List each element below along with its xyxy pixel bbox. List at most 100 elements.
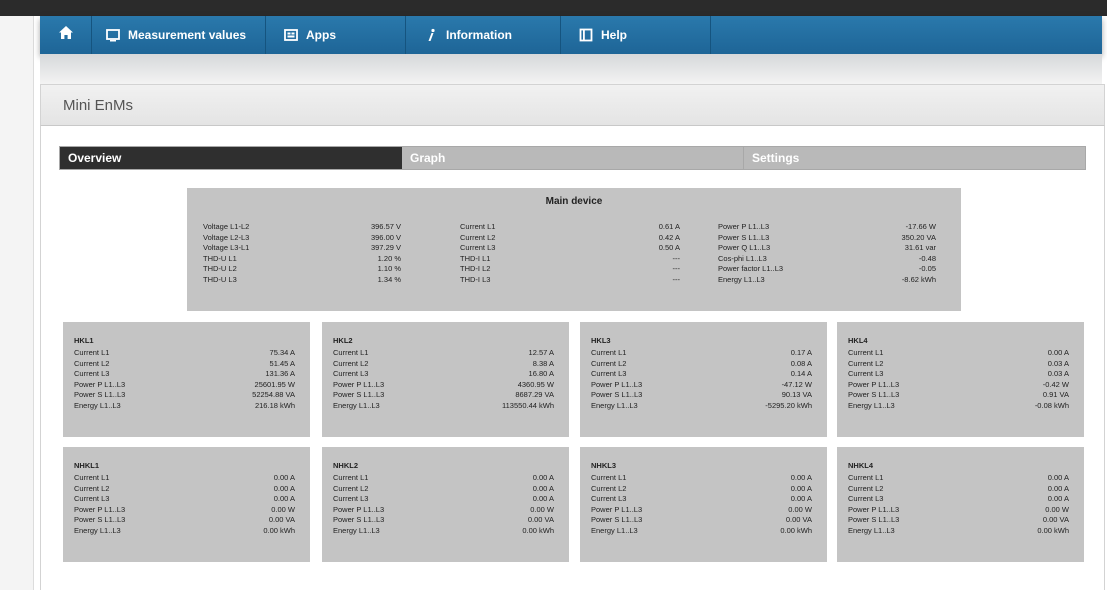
measurement-row: Current L1 12.57 A	[333, 348, 554, 359]
window-top-edge	[0, 0, 1107, 16]
tab-label: Overview	[68, 151, 122, 165]
measurement-value: 1.20 %	[377, 253, 401, 263]
measurement-label: Current L2	[74, 358, 110, 368]
nav-label: Information	[446, 28, 512, 42]
measurement-label: Current L2	[333, 483, 369, 493]
measurement-row: Power S L1..L3 0.91 VA	[848, 390, 1069, 401]
measurement-label: Power P L1..L3	[848, 504, 900, 514]
measurement-value: 0.00 A	[532, 494, 554, 503]
measurement-value: 31.61 var	[904, 243, 936, 252]
measurement-value: ---	[672, 264, 681, 273]
page-title: Mini EnMs	[63, 97, 134, 114]
card-rows: Current L1 0.00 A Current L2 0.00 A Curren…	[333, 473, 554, 536]
measurement-label: Power P L1..L3	[333, 504, 385, 514]
measurement-value: 0.14 A	[790, 369, 812, 378]
measurement-value: -0.48	[918, 253, 936, 263]
measurement-label: Current L3	[460, 243, 496, 252]
measurement-label: Power S L1..L3	[848, 515, 900, 524]
measurement-label: Power P L1..L3	[591, 504, 643, 514]
measurement-row: Current L2 51.45 A	[74, 359, 295, 370]
measurement-row: Energy L1..L3 -0.08 kWh	[848, 401, 1069, 412]
measurement-row: Current L3 0.00 A	[74, 494, 295, 505]
measurement-row: Power P L1..L3 4360.95 W	[333, 380, 554, 391]
measurement-value: 216.18 kWh	[254, 400, 295, 410]
measurement-label: Current L3	[333, 494, 369, 503]
measurement-label: Current L2	[848, 358, 884, 368]
measurement-label: Current L1	[333, 348, 369, 357]
measurement-value: 0.00 W	[788, 504, 812, 514]
measurement-value: 0.00 A	[273, 483, 295, 493]
measurement-label: Energy L1..L3	[848, 400, 895, 410]
measurement-label: Power S L1..L3	[591, 390, 643, 399]
measurement-value: 90.13 VA	[781, 390, 812, 399]
measurement-value: 0.08 A	[790, 358, 812, 368]
measurement-label: Power S L1..L3	[74, 515, 126, 524]
measurement-row: Power factor L1..L3 -0.05	[718, 264, 936, 275]
nav-label: Help	[601, 28, 628, 42]
measurement-row: Current L1 0.00 A	[848, 348, 1069, 359]
measurement-value: 0.00 A	[1047, 483, 1069, 493]
distribution-card: HKL2 Current L1 12.57 A Current L2 8.38 A …	[322, 322, 569, 437]
measurement-row: Current L3 0.14 A	[591, 369, 812, 380]
measurement-row: Current L3 0.03 A	[848, 369, 1069, 380]
main-navbar: Measurement values Apps Information Help	[40, 16, 1102, 54]
measurement-label: Power S L1..L3	[333, 390, 385, 399]
measurement-row: Current L1 0.00 A	[333, 473, 554, 484]
tab-bar: Overview Graph Settings	[59, 146, 1086, 170]
measurement-row: THD-U L2 1.10 %	[203, 264, 401, 275]
measurement-label: THD-I L2	[460, 264, 491, 273]
measurement-value: 0.00 VA	[268, 515, 295, 524]
measurement-value: 25601.95 W	[254, 379, 295, 389]
measurement-row: Energy L1..L3 0.00 kWh	[848, 526, 1069, 537]
measurement-value: 0.00 A	[273, 473, 295, 482]
measurement-label: Energy L1..L3	[591, 400, 638, 410]
measurement-row: Current L2 8.38 A	[333, 359, 554, 370]
measurement-label: Current L3	[333, 369, 369, 378]
measurement-row: Energy L1..L3 216.18 kWh	[74, 401, 295, 412]
measurement-row: Current L2 0.42 A	[460, 233, 680, 244]
measurement-label: Current L3	[848, 369, 884, 378]
tab-settings[interactable]: Settings	[744, 147, 1085, 169]
distribution-card: HKL4 Current L1 0.00 A Current L2 0.03 A C…	[837, 322, 1084, 437]
measurement-value: 8687.29 VA	[515, 390, 554, 399]
measurement-value: 0.00 A	[1047, 473, 1069, 482]
measurement-value: 4360.95 W	[517, 379, 554, 389]
measurement-value: 1.10 %	[377, 264, 401, 273]
tab-graph[interactable]: Graph	[402, 147, 744, 169]
measurement-row: Power P L1..L3 0.00 W	[333, 505, 554, 516]
measurement-row: Current L1 0.61 A	[460, 222, 680, 233]
measurement-row: Current L2 0.00 A	[333, 484, 554, 495]
measurement-value: 52254.88 VA	[252, 390, 295, 399]
measurement-row: Power S L1..L3 0.00 VA	[74, 515, 295, 526]
measurement-row: Power S L1..L3 0.00 VA	[333, 515, 554, 526]
measurement-value: 0.50 A	[658, 243, 680, 252]
measurement-label: Current L2	[848, 483, 884, 493]
measurement-value: 397.29 V	[370, 243, 401, 252]
nav-home-button[interactable]	[40, 16, 92, 54]
info-icon	[424, 28, 438, 42]
nav-help[interactable]: Help	[561, 16, 711, 54]
left-rail	[0, 16, 34, 590]
measurement-label: Power factor L1..L3	[718, 264, 784, 273]
measurement-label: Cos-phi L1..L3	[718, 253, 767, 263]
tab-overview[interactable]: Overview	[60, 147, 402, 169]
measurement-value: 0.00 A	[532, 483, 554, 493]
card-rows: Current L1 0.00 A Current L2 0.03 A Curren…	[848, 348, 1069, 411]
measurement-value: 0.00 A	[532, 473, 554, 482]
card-title: HKL4	[848, 336, 868, 345]
measurement-row: Power Q L1..L3 31.61 var	[718, 243, 936, 254]
measurement-value: 0.00 VA	[785, 515, 812, 524]
measurement-value: -0.05	[918, 264, 936, 273]
measurement-label: Power P L1..L3	[591, 379, 643, 389]
nav-apps[interactable]: Apps	[266, 16, 406, 54]
nav-measurement-values[interactable]: Measurement values	[92, 16, 266, 54]
measurement-value: -5295.20 kWh	[765, 400, 812, 410]
measurement-value: 0.03 A	[1047, 358, 1069, 368]
measurement-value: 16.80 A	[528, 369, 554, 378]
measurement-value: -17.66 W	[905, 222, 936, 231]
home-icon	[58, 25, 74, 45]
card-rows: Current L1 75.34 A Current L2 51.45 A Curr…	[74, 348, 295, 411]
main-device-panel: Main device Voltage L1-L2 396.57 V Voltag…	[187, 188, 961, 311]
nav-information[interactable]: Information	[406, 16, 561, 54]
